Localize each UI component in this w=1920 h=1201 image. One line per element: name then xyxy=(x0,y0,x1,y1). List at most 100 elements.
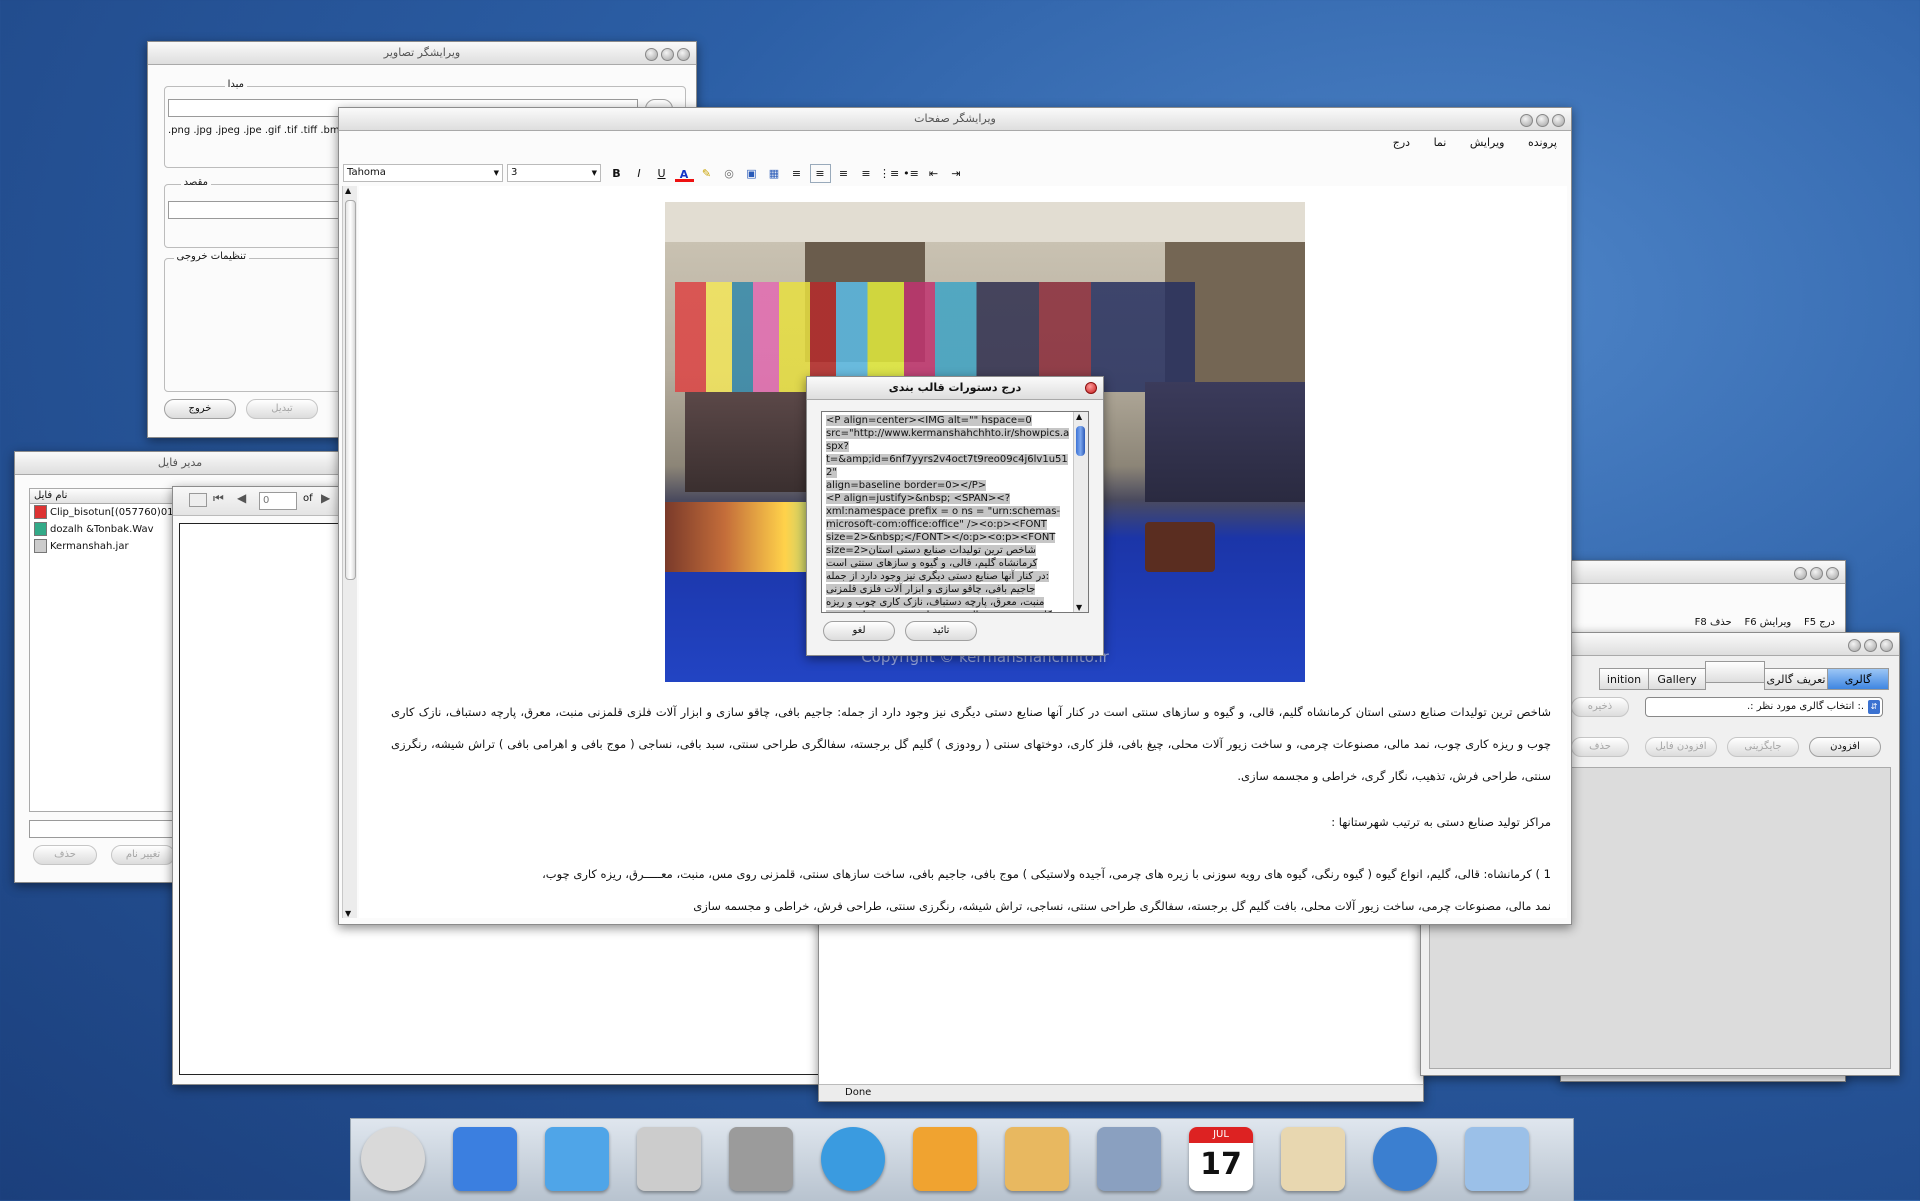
calendar-day: 17 xyxy=(1200,1147,1242,1182)
scroll-thumb[interactable] xyxy=(345,200,356,580)
file-row[interactable]: dozalh &Tonbak.Wav xyxy=(30,521,176,538)
gallery-tab[interactable]: گالری xyxy=(1827,668,1889,690)
gallery-save-button[interactable]: ذخیره xyxy=(1571,697,1629,717)
close-button[interactable] xyxy=(1552,114,1565,127)
firewire-disk-icon[interactable] xyxy=(913,1127,977,1191)
select-arrows-icon: ⇵ xyxy=(1868,700,1880,714)
minimize-button[interactable] xyxy=(1794,567,1807,580)
indent-icon[interactable]: ⇥ xyxy=(947,165,966,182)
window-controls xyxy=(1845,638,1893,660)
dialog-ok-button[interactable]: تائید xyxy=(905,621,977,641)
rename-file-button[interactable]: تغییر نام xyxy=(111,845,175,865)
next-page-icon[interactable]: ▶ xyxy=(321,491,330,505)
file-manager-titlebar[interactable]: مدیر فایل xyxy=(15,452,345,475)
convert-button[interactable]: تبدیل xyxy=(246,399,318,419)
font-size-select[interactable]: 3 ▼ xyxy=(507,164,601,182)
menu-insert[interactable]: درج xyxy=(1819,617,1835,628)
code-textarea[interactable]: <P align=center><IMG alt="" hspace=0 src… xyxy=(821,411,1089,613)
insert-table-icon[interactable]: ▦ xyxy=(765,165,784,182)
scroll-down-icon[interactable]: ▼ xyxy=(345,909,351,918)
highlight-icon[interactable]: ✎ xyxy=(697,165,716,182)
unordered-list-icon[interactable]: •≡ xyxy=(902,165,921,182)
gallery-delete-button[interactable]: حذف xyxy=(1571,737,1629,757)
file-name: dozalh &Tonbak.Wav xyxy=(50,524,154,535)
zoom-button[interactable] xyxy=(1864,639,1877,652)
zoom-button[interactable] xyxy=(1536,114,1549,127)
file-name-column-header[interactable]: نام فایل xyxy=(30,489,176,504)
gallery-tab[interactable]: inition xyxy=(1599,668,1649,690)
outdent-icon[interactable]: ⇤ xyxy=(924,165,943,182)
gallery-add-button[interactable]: افزودن xyxy=(1809,737,1881,757)
gallery-replace-button[interactable]: جایگزینی xyxy=(1727,737,1799,757)
photos-icon[interactable] xyxy=(1465,1127,1529,1191)
first-page-icon[interactable]: ⏮ xyxy=(213,491,224,506)
system-preferences-icon[interactable] xyxy=(729,1127,793,1191)
insert-image-icon[interactable]: ▣ xyxy=(742,165,761,182)
shutdown-icon[interactable] xyxy=(361,1127,425,1191)
article-paragraph: 1 ) کرمانشاه: قالی، گلیم، انواع گیوه ( گ… xyxy=(542,867,1551,881)
network-utility-icon[interactable] xyxy=(1373,1127,1437,1191)
file-row[interactable]: Kermanshah.jar xyxy=(30,538,176,555)
exit-button[interactable]: خروج xyxy=(164,399,236,419)
zoom-button[interactable] xyxy=(661,48,674,61)
prev-page-icon[interactable]: ◀ xyxy=(237,491,246,505)
menu-insert[interactable]: درج xyxy=(1393,136,1410,149)
align-left-icon[interactable]: ≡ xyxy=(787,165,806,182)
gallery-add-file-button[interactable]: افزودن فایل xyxy=(1645,737,1717,757)
pictures-folder-icon[interactable] xyxy=(545,1127,609,1191)
rename-input[interactable] xyxy=(29,820,175,838)
safari-icon[interactable] xyxy=(821,1127,885,1191)
image-editor-titlebar[interactable]: ویرایشگر تصاویر xyxy=(148,42,696,65)
gallery-tab[interactable] xyxy=(1705,661,1765,683)
gallery-select[interactable]: .: انتخاب گالری مورد نظر :. ⇵ xyxy=(1645,697,1883,717)
font-size-value: 3 xyxy=(511,167,518,178)
ical-icon[interactable]: JUL 17 xyxy=(1189,1127,1253,1191)
editor-scrollbar[interactable]: ▲ ▼ xyxy=(342,186,357,918)
close-button[interactable] xyxy=(677,48,690,61)
gallery-tab[interactable]: تعریف گالری xyxy=(1764,668,1828,690)
menu-file[interactable]: پرونده xyxy=(1528,136,1557,149)
menu-edit[interactable]: ویرایش xyxy=(1760,617,1791,628)
dialog-titlebar[interactable]: درج دستورات قالب بندی xyxy=(807,377,1103,400)
file-manager-title: مدیر فایل xyxy=(157,456,203,469)
page-number-input[interactable]: 0 xyxy=(259,492,297,510)
close-button[interactable] xyxy=(1826,567,1839,580)
underline-button[interactable]: U xyxy=(652,165,671,182)
close-button[interactable] xyxy=(1880,639,1893,652)
dialog-cancel-button[interactable]: لغو xyxy=(823,621,895,641)
menu-delete[interactable]: حذف xyxy=(1710,617,1732,628)
keychain-icon[interactable] xyxy=(637,1127,701,1191)
link-icon[interactable]: ◎ xyxy=(720,165,739,182)
minimize-button[interactable] xyxy=(1848,639,1861,652)
scroll-thumb[interactable] xyxy=(1076,426,1085,456)
dialog-close-button[interactable] xyxy=(1085,382,1097,394)
disk-utility-icon[interactable] xyxy=(1097,1127,1161,1191)
textedit-icon[interactable] xyxy=(1005,1127,1069,1191)
code-scrollbar[interactable]: ▲ ▼ xyxy=(1073,412,1088,612)
preview-icon[interactable] xyxy=(1281,1127,1345,1191)
finder-icon[interactable] xyxy=(453,1127,517,1191)
grid-view-icon[interactable] xyxy=(189,493,207,507)
delete-file-button[interactable]: حذف xyxy=(33,845,97,865)
align-right-icon[interactable]: ≡ xyxy=(834,165,853,182)
scroll-up-icon[interactable]: ▲ xyxy=(1076,412,1082,421)
minimize-button[interactable] xyxy=(1520,114,1533,127)
align-center-icon[interactable]: ≡ xyxy=(809,164,831,183)
zoom-button[interactable] xyxy=(1810,567,1823,580)
gallery-tab[interactable]: Gallery xyxy=(1648,668,1706,690)
font-family-select[interactable]: Tahoma ▼ xyxy=(343,164,503,182)
menu-view[interactable]: نما xyxy=(1434,136,1447,149)
file-row[interactable]: Clip_bisotun[(057760)01 xyxy=(30,504,176,521)
italic-button[interactable]: I xyxy=(630,165,649,182)
menu-edit[interactable]: ویرایش xyxy=(1470,136,1505,149)
bold-button[interactable]: B xyxy=(607,165,626,182)
justify-icon[interactable]: ≡ xyxy=(857,165,876,182)
page-editor-titlebar[interactable]: ویرایشگر صفحات xyxy=(339,108,1571,131)
file-type-icon xyxy=(34,505,47,519)
ordered-list-icon[interactable]: ⋮≡ xyxy=(879,165,899,182)
scroll-down-icon[interactable]: ▼ xyxy=(1076,603,1082,612)
font-color-icon[interactable]: A xyxy=(674,166,694,182)
minimize-button[interactable] xyxy=(645,48,658,61)
scroll-up-icon[interactable]: ▲ xyxy=(345,186,351,195)
menu-window-titlebar[interactable] xyxy=(1561,561,1845,584)
